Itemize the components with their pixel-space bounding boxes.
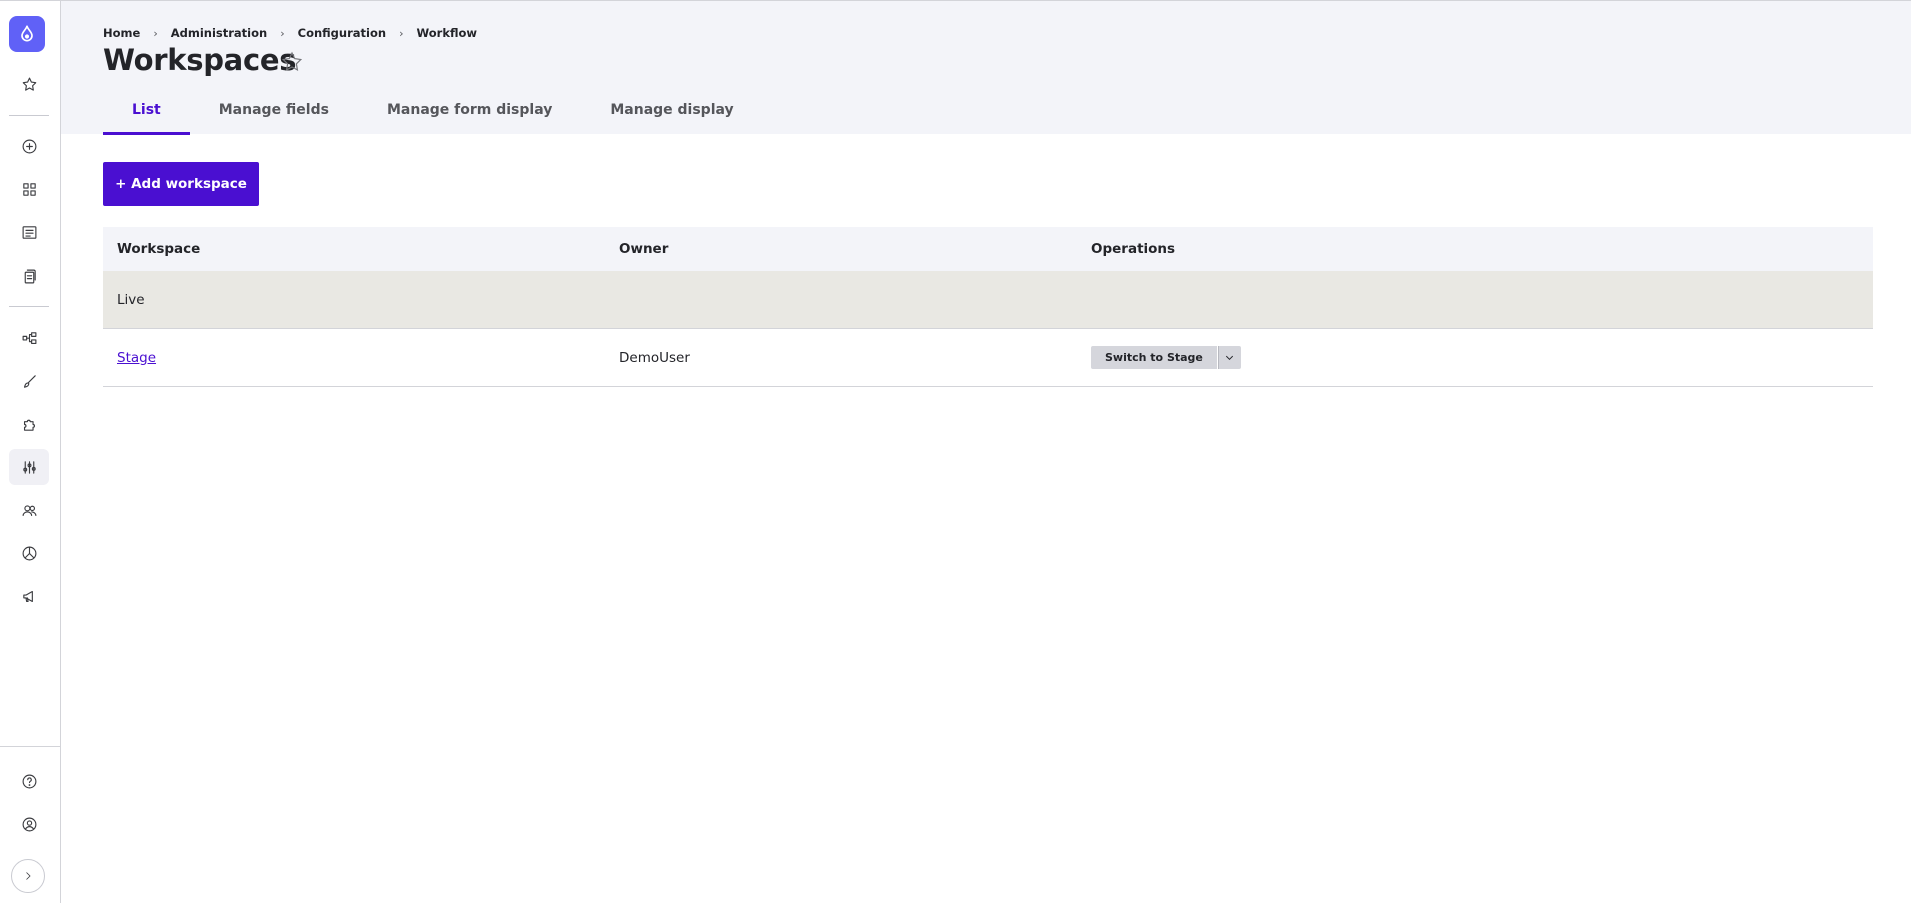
tab-manage-form-display[interactable]: Manage form display [358,91,581,135]
workspace-name: Live [117,291,145,308]
user-icon[interactable] [9,806,49,842]
admin-sidebar [0,0,61,903]
breadcrumb-home[interactable]: Home [103,26,140,40]
reports-icon[interactable] [9,535,49,571]
add-workspace-button[interactable]: + Add workspace [103,162,259,206]
sidebar-bottom-divider [0,746,60,747]
operations-toggle-button[interactable] [1217,346,1241,369]
tab-manage-display[interactable]: Manage display [581,91,762,135]
expand-sidebar-button[interactable] [11,859,45,893]
breadcrumb: Home › Administration › Configuration › … [103,26,477,40]
help-icon[interactable] [9,763,49,799]
table-header: Workspace Owner Operations [103,227,1873,271]
breadcrumb-administration[interactable]: Administration [171,26,268,40]
column-header-operations: Operations [1091,241,1176,257]
switch-to-stage-button[interactable]: Switch to Stage [1091,346,1217,369]
column-header-workspace: Workspace [117,241,201,257]
tab-list[interactable]: List [103,91,190,135]
sidebar-divider [9,306,49,307]
shortcuts-star-icon[interactable] [9,66,49,102]
chevron-right-icon [26,872,31,880]
add-shortcut-star-icon[interactable] [280,50,304,74]
breadcrumb-separator: › [280,26,285,40]
plus-circle-icon[interactable] [9,128,49,164]
column-header-owner: Owner [619,241,669,257]
breadcrumb-configuration[interactable]: Configuration [298,26,386,40]
tab-manage-fields[interactable]: Manage fields [190,91,358,135]
sidebar-divider [9,115,49,116]
drupal-logo-icon[interactable] [9,16,45,52]
chevron-down-icon [1226,355,1234,360]
breadcrumb-workflow[interactable]: Workflow [416,26,477,40]
workspaces-table: Workspace Owner Operations Live Stage De… [103,227,1873,387]
files-icon[interactable] [9,258,49,294]
operations-dropbutton: Switch to Stage [1091,346,1241,369]
table-row-live: Live [103,271,1873,329]
breadcrumb-separator: › [399,26,404,40]
content-icon[interactable] [9,214,49,250]
puzzle-icon[interactable] [9,406,49,442]
structure-icon[interactable] [9,320,49,356]
page-title: Workspaces [103,43,297,77]
workspace-owner: DemoUser [619,349,690,366]
breadcrumb-separator: › [153,26,158,40]
table-row-stage: Stage DemoUser Switch to Stage [103,329,1873,387]
people-icon[interactable] [9,492,49,528]
megaphone-icon[interactable] [9,578,49,614]
page-header: Home › Administration › Configuration › … [61,0,1911,135]
workspace-stage-link[interactable]: Stage [117,350,156,366]
sliders-icon[interactable] [9,449,49,485]
primary-tabs: List Manage fields Manage form display M… [103,91,763,135]
grid-icon[interactable] [9,171,49,207]
brush-icon[interactable] [9,363,49,399]
